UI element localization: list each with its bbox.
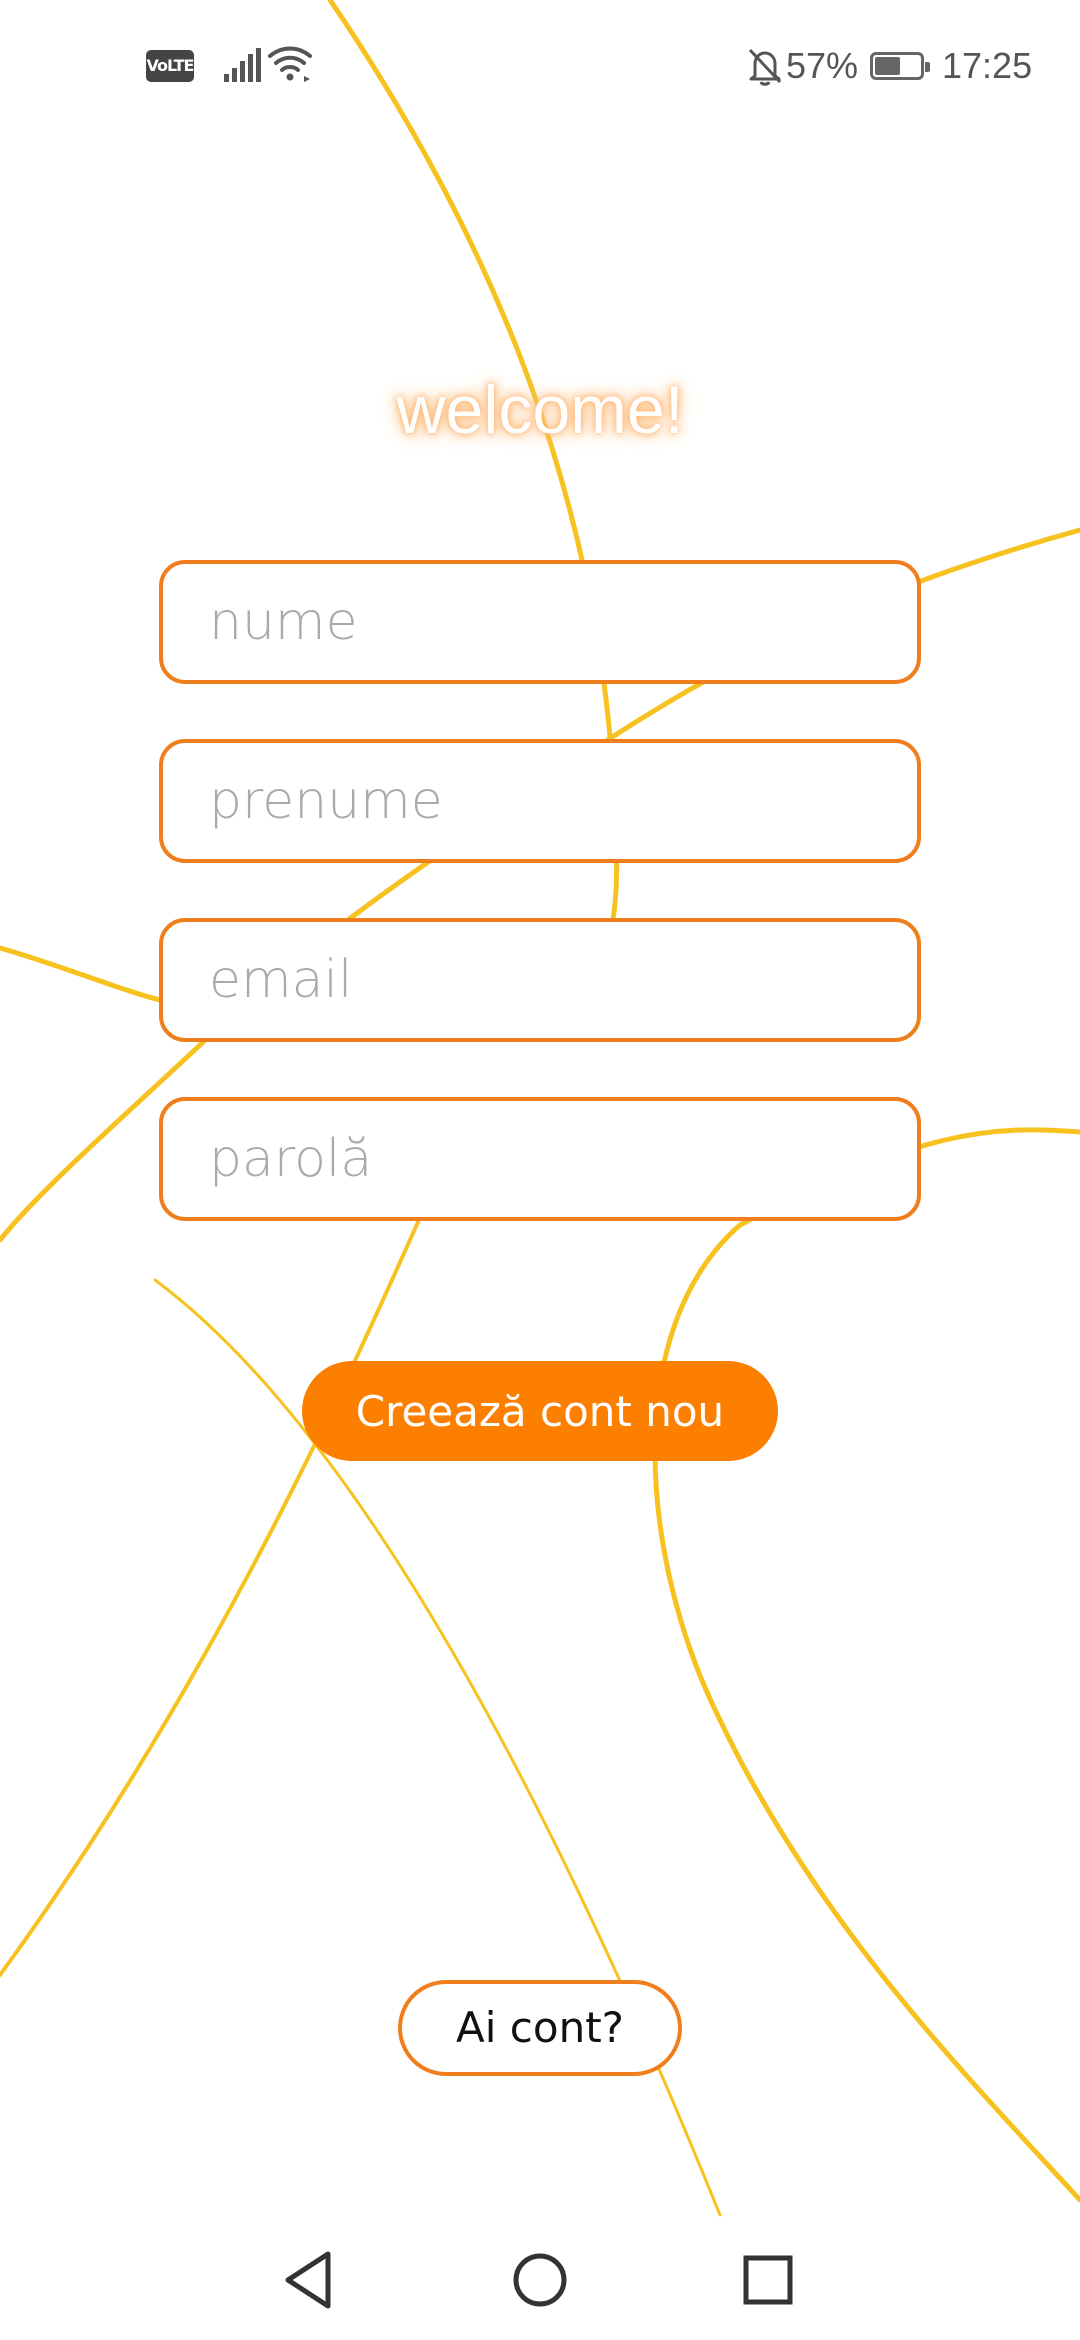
wifi-icon bbox=[268, 46, 312, 82]
password-field[interactable] bbox=[159, 1097, 921, 1221]
battery-percent: 57% bbox=[786, 45, 859, 86]
volte-icon: VoLTE bbox=[146, 50, 194, 82]
clock: 17:25 bbox=[942, 45, 1033, 86]
status-bar: VoLTE 57% 17:25 bbox=[0, 0, 1080, 140]
recent-square-icon[interactable] bbox=[728, 2240, 808, 2320]
navigation-bar bbox=[0, 2220, 1080, 2340]
bell-muted-icon bbox=[748, 48, 782, 86]
back-triangle-icon[interactable] bbox=[268, 2240, 348, 2320]
curve-e bbox=[0, 1220, 420, 1977]
email-field[interactable] bbox=[159, 918, 921, 1042]
have-account-button[interactable]: Ai cont? bbox=[398, 1980, 682, 2076]
create-account-button[interactable]: Creează cont nou bbox=[302, 1361, 778, 1461]
first-name-input[interactable] bbox=[163, 743, 917, 859]
curve-c bbox=[0, 945, 163, 1003]
last-name-input[interactable] bbox=[163, 564, 917, 680]
welcome-title: welcome! bbox=[396, 372, 684, 448]
email-input[interactable] bbox=[163, 922, 917, 1038]
signal-icon bbox=[224, 48, 261, 82]
last-name-field[interactable] bbox=[159, 560, 921, 684]
password-input[interactable] bbox=[163, 1101, 917, 1217]
curve-d bbox=[652, 1127, 1080, 2203]
battery-level bbox=[875, 57, 901, 75]
home-circle-icon[interactable] bbox=[500, 2240, 580, 2320]
first-name-field[interactable] bbox=[159, 739, 921, 863]
battery-icon bbox=[870, 52, 930, 80]
